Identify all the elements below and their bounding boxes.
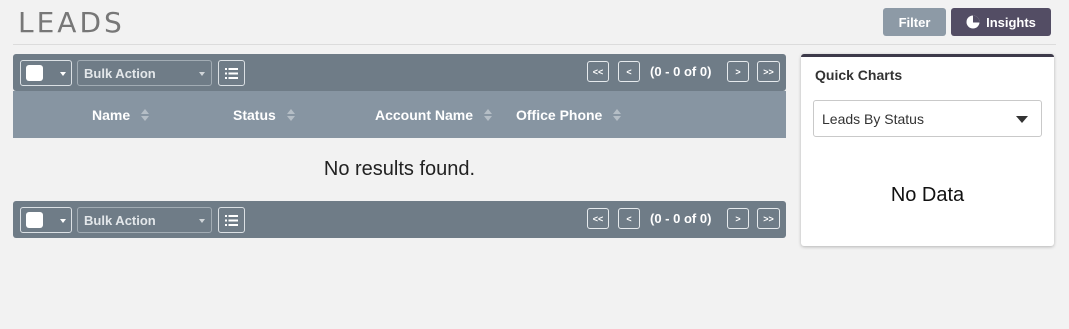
- no-results-message: No results found.: [323, 158, 476, 180]
- chart-type-value: Leads By Status: [822, 111, 924, 127]
- next-page-button[interactable]: >: [727, 208, 749, 229]
- bulk-action-label: Bulk Action: [84, 66, 156, 81]
- quick-charts-panel: Quick Charts Leads By Status No Data: [801, 54, 1054, 246]
- pie-chart-icon: [966, 15, 980, 29]
- page-title: LEADS: [18, 6, 125, 39]
- table-header: Name Status Account Name Office Phone: [13, 91, 786, 138]
- chevron-down-icon: [199, 219, 205, 223]
- column-header-label: Name: [92, 107, 131, 123]
- select-all-dropdown[interactable]: [20, 60, 72, 86]
- list-toolbar-top: Bulk Action << < (0 - 0 of 0) > >>: [13, 54, 786, 91]
- column-header-label: Office Phone: [516, 107, 603, 123]
- previous-page-button[interactable]: <: [618, 61, 640, 82]
- dropdown-arrow-icon: [1016, 116, 1028, 123]
- sort-icon: [613, 109, 622, 121]
- first-page-button[interactable]: <<: [587, 208, 609, 229]
- last-page-button[interactable]: >>: [757, 61, 780, 82]
- next-page-button[interactable]: >: [727, 61, 749, 82]
- column-chooser-button[interactable]: [218, 207, 245, 233]
- last-page-button[interactable]: >>: [757, 208, 780, 229]
- list-view: Bulk Action << < (0 - 0 of 0) > >> Name …: [13, 54, 786, 238]
- select-all-dropdown[interactable]: [20, 207, 72, 233]
- quick-charts-title: Quick Charts: [815, 67, 903, 83]
- column-header-name[interactable]: Name: [92, 107, 150, 123]
- chevron-down-icon: [199, 72, 205, 76]
- select-all-checkbox[interactable]: [26, 212, 43, 228]
- filter-button[interactable]: Filter: [883, 8, 946, 36]
- insights-button[interactable]: Insights: [951, 8, 1051, 36]
- list-icon: [225, 214, 238, 226]
- column-chooser-button[interactable]: [218, 60, 245, 86]
- list-icon: [225, 67, 238, 79]
- title-divider: [13, 44, 1056, 45]
- bulk-action-select[interactable]: Bulk Action: [77, 60, 212, 86]
- insights-button-label: Insights: [986, 14, 1036, 30]
- no-data-message: No Data: [890, 184, 965, 206]
- sort-icon: [484, 109, 493, 121]
- column-header-label: Status: [233, 107, 276, 123]
- list-toolbar-bottom: Bulk Action << < (0 - 0 of 0) > >>: [13, 201, 786, 238]
- pagination-count: (0 - 0 of 0): [650, 211, 712, 226]
- column-header-office-phone[interactable]: Office Phone: [516, 107, 622, 123]
- filter-button-label: Filter: [898, 14, 931, 30]
- sort-icon: [286, 109, 295, 121]
- previous-page-button[interactable]: <: [618, 208, 640, 229]
- chart-type-select[interactable]: Leads By Status: [813, 100, 1042, 137]
- pagination-count: (0 - 0 of 0): [650, 64, 712, 79]
- sort-icon: [141, 109, 150, 121]
- chevron-down-icon: [60, 219, 66, 223]
- column-header-status[interactable]: Status: [233, 107, 295, 123]
- bulk-action-label: Bulk Action: [84, 213, 156, 228]
- first-page-button[interactable]: <<: [587, 61, 609, 82]
- select-all-checkbox[interactable]: [26, 65, 43, 81]
- column-header-account-name[interactable]: Account Name: [375, 107, 493, 123]
- column-header-label: Account Name: [375, 107, 474, 123]
- bulk-action-select[interactable]: Bulk Action: [77, 207, 212, 233]
- chevron-down-icon: [60, 72, 66, 76]
